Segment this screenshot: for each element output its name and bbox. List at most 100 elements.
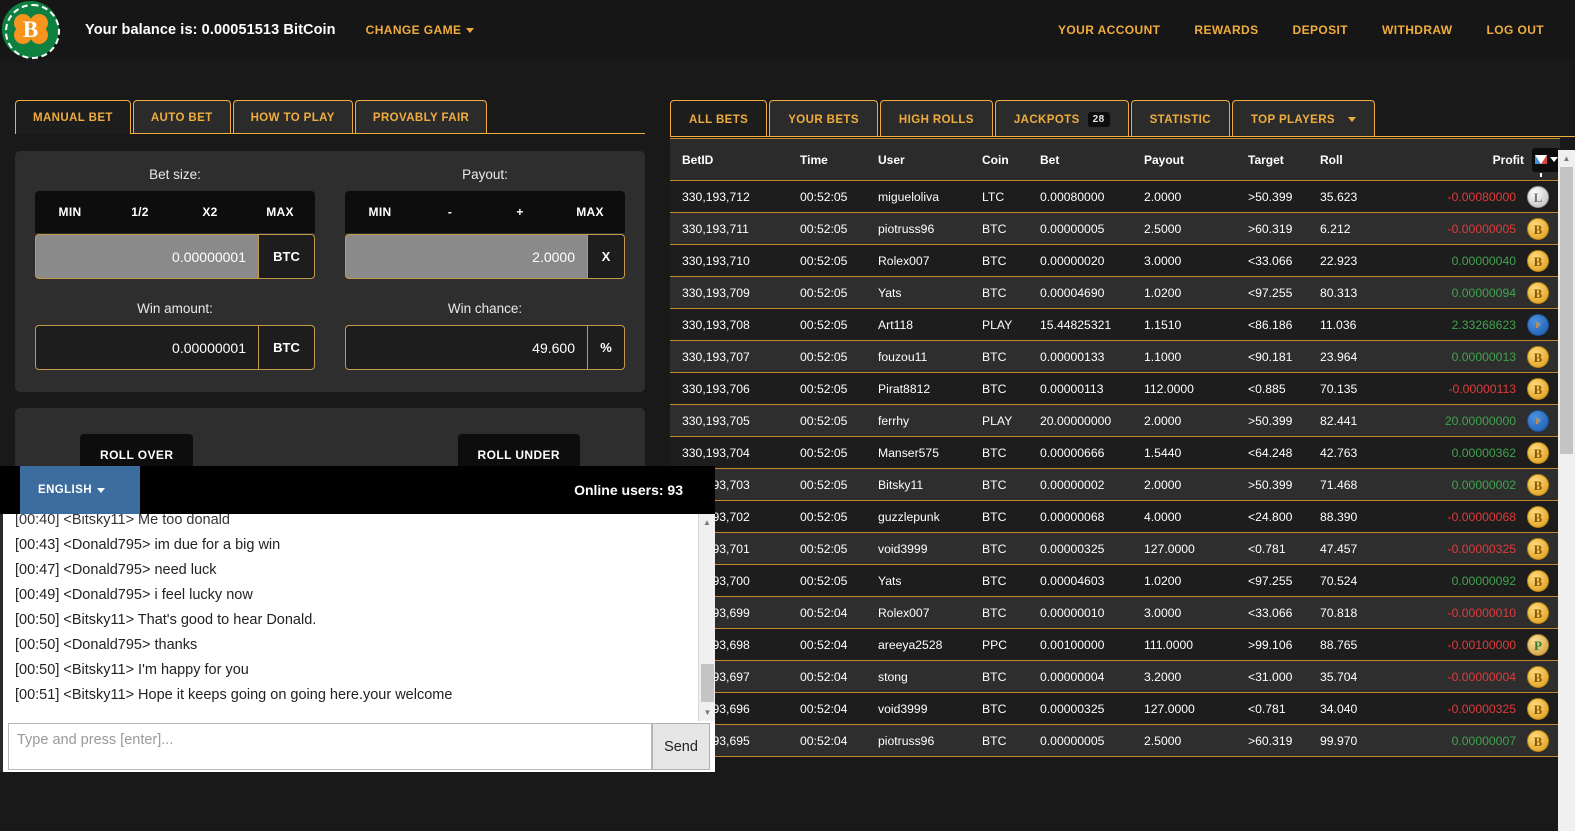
col-time[interactable]: Time — [788, 138, 866, 181]
tab-how-to-play[interactable]: HOW TO PLAY — [232, 100, 353, 134]
table-row[interactable]: 330,193,711 00:52:05 piotruss96 BTC 0.000000… — [670, 212, 1560, 245]
col-roll[interactable]: Roll — [1308, 138, 1404, 181]
cell-coin: BTC — [970, 372, 1028, 405]
table-row[interactable]: 330,193,702 00:52:05 guzzlepunk BTC 0.000000… — [670, 500, 1560, 533]
chat-message: [00:49] <Donald795> i feel lucky now — [15, 587, 253, 603]
bitcoin-clover-logo-icon[interactable]: B — [2, 1, 60, 59]
btc-coin-icon: B — [1527, 729, 1549, 752]
bet-size-group: Bet size: MIN 1/2 X2 MAX 0.00000001 BTC — [35, 167, 315, 279]
table-row[interactable]: 330,193,703 00:52:05 Bitsky11 BTC 0.00000002… — [670, 468, 1560, 501]
bet-size-max-button[interactable]: MAX — [245, 205, 315, 219]
payout-plus-button[interactable]: + — [485, 205, 555, 219]
chat-messages-area[interactable]: [00:40] <Bitsky11> Me too donald [00:43]… — [0, 514, 715, 721]
cell-time: 00:52:04 — [788, 660, 866, 693]
cell-target: <97.255 — [1236, 276, 1308, 309]
col-coin[interactable]: Coin — [970, 138, 1028, 181]
payout-minus-button[interactable]: - — [415, 205, 485, 219]
table-row[interactable]: 330,193,699 00:52:04 Rolex007 BTC 0.00000010… — [670, 596, 1560, 629]
bets-tabs: ALL BETS YOUR BETS HIGH ROLLS JACKPOTS 2… — [660, 59, 1575, 137]
table-row[interactable]: 330,193,704 00:52:05 Manser575 BTC 0.0000066… — [670, 436, 1560, 469]
tab-top-players[interactable]: TOP PLAYERS — [1231, 100, 1376, 137]
table-row[interactable]: 330,193,706 00:52:05 Pirat8812 BTC 0.0000011… — [670, 372, 1560, 405]
change-game-dropdown[interactable]: CHANGE GAME — [366, 23, 475, 37]
cell-coin: BTC — [970, 500, 1028, 533]
cell-payout: 1.0200 — [1132, 564, 1236, 597]
chat-input[interactable]: Type and press [enter]... — [8, 723, 652, 770]
cell-time: 00:52:05 — [788, 468, 866, 501]
payout-input[interactable]: 2.0000 — [345, 234, 587, 279]
cell-target: <0.885 — [1236, 372, 1308, 405]
table-row[interactable]: 330,193,709 00:52:05 Yats BTC 0.00004690 1.02… — [670, 276, 1560, 309]
send-button[interactable]: Send — [652, 723, 710, 770]
cell-roll: 11.036 — [1308, 308, 1404, 341]
tab-manual-bet[interactable]: MANUAL BET — [15, 100, 131, 134]
bet-size-min-button[interactable]: MIN — [35, 205, 105, 219]
table-row[interactable]: 330,193,707 00:52:05 fouzou11 BTC 0.00000133… — [670, 340, 1560, 373]
tab-provably-fair[interactable]: PROVABLY FAIR — [354, 100, 488, 134]
cell-roll: 71.468 — [1308, 468, 1404, 501]
cell-profit: -0.00000325 — [1404, 692, 1516, 725]
table-row[interactable]: 330,193,695 00:52:04 piotruss96 BTC 0.000000… — [670, 724, 1560, 757]
cell-profit: 2.33268623 — [1404, 308, 1516, 341]
tab-jackpots[interactable]: JACKPOTS 28 — [994, 100, 1129, 137]
funnel-shape — [1534, 155, 1547, 177]
bet-size-label: Bet size: — [149, 167, 201, 182]
nav-deposit[interactable]: DEPOSIT — [1276, 23, 1365, 37]
cell-profit: -0.00000068 — [1404, 500, 1516, 533]
table-row[interactable]: 330,193,712 00:52:05 migueloliva LTC 0.00080… — [670, 180, 1560, 213]
payout-min-button[interactable]: MIN — [345, 205, 415, 219]
table-row[interactable]: 330,193,696 00:52:04 void3999 BTC 0.00000325… — [670, 692, 1560, 725]
cell-coin: BTC — [970, 724, 1028, 757]
chevron-down-icon — [1549, 157, 1558, 162]
table-row[interactable]: 330,193,700 00:52:05 Yats BTC 0.00004603 1.02… — [670, 564, 1560, 597]
tab-statistic[interactable]: STATISTIC — [1130, 100, 1230, 137]
col-bet[interactable]: Bet — [1028, 138, 1132, 181]
col-user[interactable]: User — [866, 138, 970, 181]
cell-time: 00:52:05 — [788, 244, 866, 277]
tab-your-bets-label: YOUR BETS — [788, 113, 859, 126]
cell-time: 00:52:04 — [788, 724, 866, 757]
bet-size-x2-button[interactable]: X2 — [175, 205, 245, 219]
win-amount-input[interactable]: 0.00000001 — [35, 325, 258, 370]
col-betid[interactable]: BetID — [670, 138, 788, 181]
jackpots-count-badge: 28 — [1087, 112, 1110, 127]
ltc-coin-icon: L — [1527, 185, 1549, 208]
tab-auto-bet[interactable]: AUTO BET — [132, 100, 231, 134]
cell-profit: 0.00000094 — [1404, 276, 1516, 309]
cell-coin: BTC — [970, 212, 1028, 245]
nav-log-out[interactable]: LOG OUT — [1470, 23, 1561, 37]
table-row[interactable]: 330,193,708 00:52:05 Art118 PLAY 15.44825321… — [670, 308, 1560, 341]
cell-bet: 0.00000004 — [1028, 660, 1132, 693]
cell-coin-icon: B — [1516, 692, 1560, 725]
table-row[interactable]: 330,193,698 00:52:04 areeya2528 PPC 0.001000… — [670, 628, 1560, 661]
tab-all-bets[interactable]: ALL BETS — [670, 100, 768, 137]
nav-your-account[interactable]: YOUR ACCOUNT — [1041, 23, 1177, 37]
table-row[interactable]: 330,193,710 00:52:05 Rolex007 BTC 0.00000020… — [670, 244, 1560, 277]
language-selector[interactable]: ENGLISH — [20, 466, 140, 514]
btc-coin-icon: B — [1527, 473, 1549, 496]
col-payout[interactable]: Payout — [1132, 138, 1236, 181]
page-scrollbar[interactable]: ▲ — [1558, 150, 1575, 831]
chat-scrollbar-thumb[interactable] — [701, 664, 714, 702]
cell-betid: 330,193,712 — [670, 180, 788, 213]
filter-funnel-icon[interactable] — [1532, 147, 1560, 177]
nav-withdraw[interactable]: WITHDRAW — [1365, 23, 1470, 37]
nav-rewards[interactable]: REWARDS — [1177, 23, 1275, 37]
table-row[interactable]: 330,193,701 00:52:05 void3999 BTC 0.00000325… — [670, 532, 1560, 565]
scroll-down-arrow-icon[interactable]: ▼ — [699, 704, 715, 721]
table-row[interactable]: 330,193,697 00:52:04 stong BTC 0.00000004 3.2… — [670, 660, 1560, 693]
bet-size-half-button[interactable]: 1/2 — [105, 205, 175, 219]
bet-size-input[interactable]: 0.00000001 — [35, 234, 258, 279]
tab-your-bets[interactable]: YOUR BETS — [769, 100, 878, 137]
payout-max-button[interactable]: MAX — [555, 205, 625, 219]
win-chance-input[interactable]: 49.600 — [345, 325, 587, 370]
tab-high-rolls[interactable]: HIGH ROLLS — [879, 100, 993, 137]
page-scroll-up-arrow-icon[interactable]: ▲ — [1558, 150, 1575, 167]
chat-scrollbar[interactable]: ▲ ▼ — [698, 514, 715, 721]
scroll-up-arrow-icon[interactable]: ▲ — [699, 514, 715, 531]
page-scrollbar-thumb[interactable] — [1560, 167, 1573, 454]
cell-bet: 0.00000005 — [1028, 212, 1132, 245]
table-row[interactable]: 330,193,705 00:52:05 ferrhy PLAY 20.00000000… — [670, 404, 1560, 437]
cell-payout: 3.0000 — [1132, 596, 1236, 629]
col-target[interactable]: Target — [1236, 138, 1308, 181]
